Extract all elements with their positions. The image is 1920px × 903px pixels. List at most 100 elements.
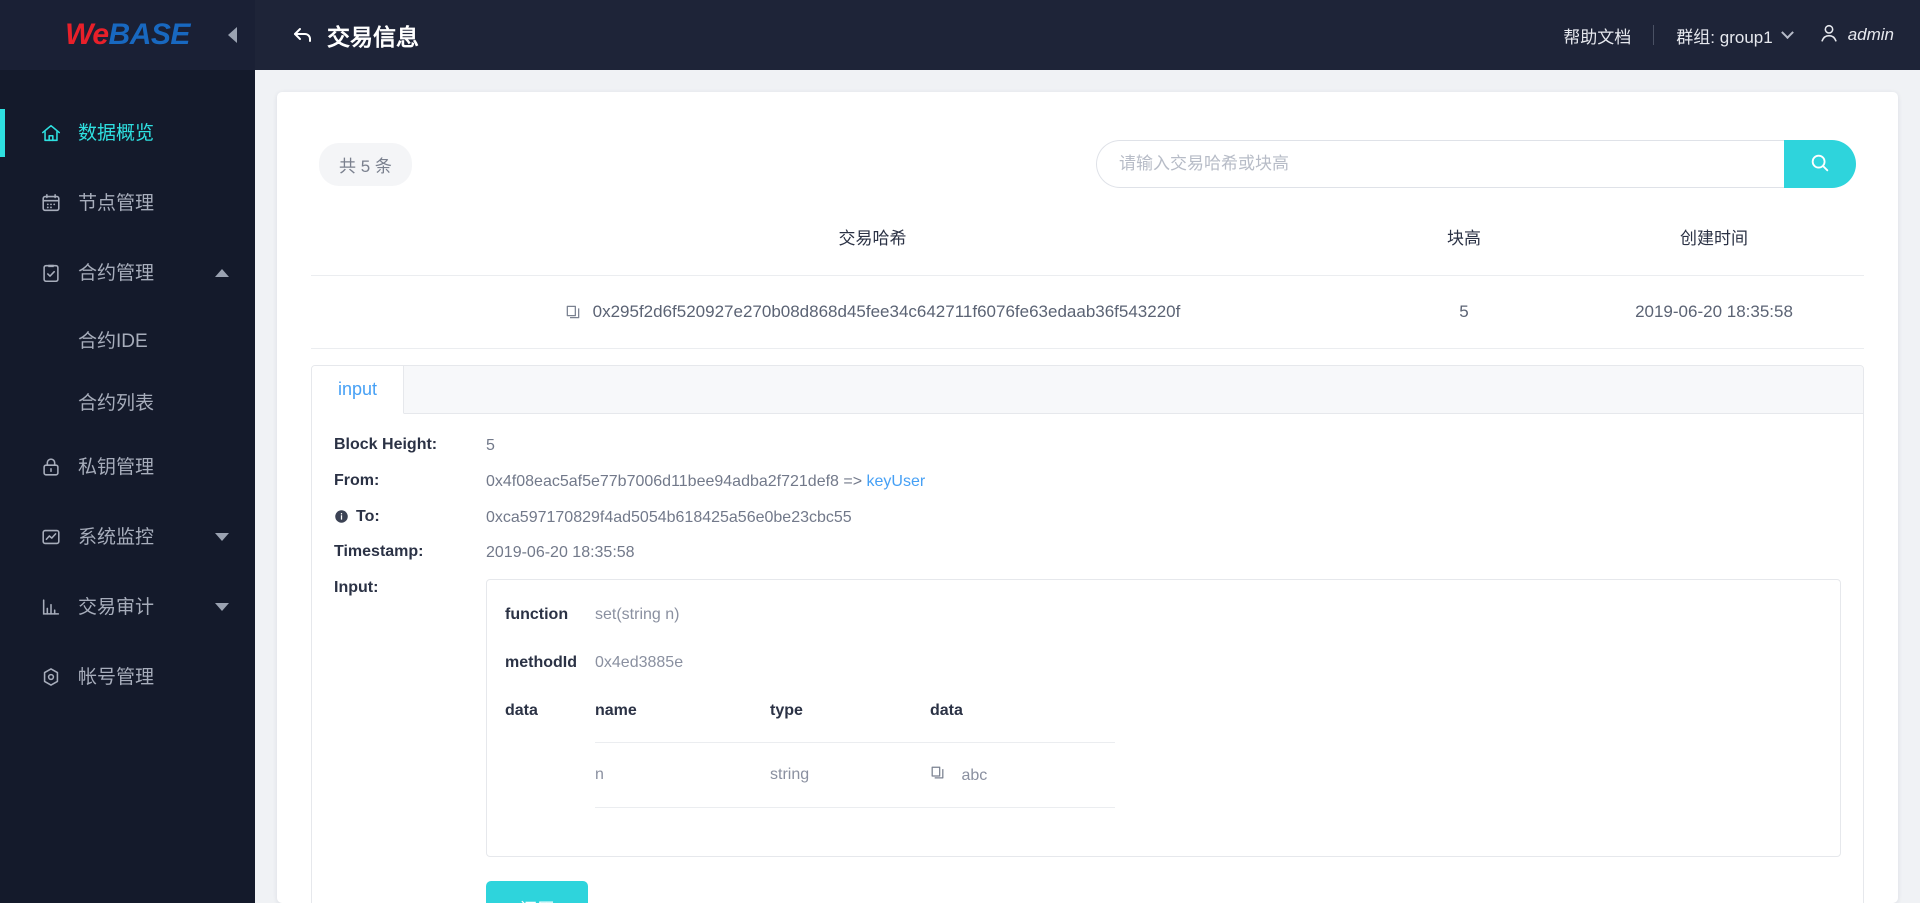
topbar: 交易信息 帮助文档 群组: group1 admin xyxy=(255,0,1920,70)
input-function-value: set(string n) xyxy=(595,606,680,624)
table-row[interactable]: 0x295f2d6f520927e270b08d868d45fee34c6427… xyxy=(311,275,1864,349)
input-data-row: data name type data n string abc xyxy=(497,694,1830,830)
col-time-header: 创建时间 xyxy=(1680,229,1748,248)
sidebar-item-account-management[interactable]: 帐号管理 xyxy=(0,642,255,712)
sidebar-item-label: 交易审计 xyxy=(78,596,155,618)
clipboard-check-icon xyxy=(38,260,64,286)
row-created-at-cell: 2019-06-20 18:35:58 xyxy=(1564,275,1864,349)
sidebar-item-system-monitor[interactable]: 系统监控 xyxy=(0,502,255,572)
field-to: To: 0xca597170829f4ad5054b618425a56e0be2… xyxy=(334,508,1841,529)
transaction-hash: 0x295f2d6f520927e270b08d868d45fee34c6427… xyxy=(592,302,1181,321)
col-blockheight-header: 块高 xyxy=(1447,229,1481,248)
input-data-table: name type data n string abc xyxy=(595,702,1115,809)
param-data-cell: abc xyxy=(930,742,1115,809)
input-methodid-row: methodId 0x4ed3885e xyxy=(497,646,1830,694)
param-data: abc xyxy=(961,767,988,785)
search-button[interactable] xyxy=(1784,140,1856,188)
field-label: From: xyxy=(334,471,380,489)
chevron-up-icon[interactable] xyxy=(215,269,229,277)
sidebar-item-label: 帐号管理 xyxy=(78,666,155,688)
input-function-row: function set(string n) xyxy=(497,598,1830,646)
sidebar-item-label: 系统监控 xyxy=(78,526,155,548)
transaction-detail-panel: input Block Height: 5 From: 0x4f08eac5af… xyxy=(311,365,1864,903)
app-logo: WeBASE xyxy=(65,18,190,52)
sidebar-item-contract-ide[interactable]: 合约IDE xyxy=(0,308,255,370)
search-area xyxy=(1096,140,1856,188)
page-title-text: 交易信息 xyxy=(327,24,419,50)
sidebar-item-private-key-management[interactable]: 私钥管理 xyxy=(0,432,255,502)
topbar-right: 帮助文档 群组: group1 admin xyxy=(1563,22,1894,49)
field-timestamp: Timestamp: 2019-06-20 18:35:58 xyxy=(334,543,1841,564)
field-label: Input: xyxy=(334,579,379,597)
row-blockheight-cell: 5 xyxy=(1364,275,1564,349)
gear-hex-icon xyxy=(38,664,64,690)
field-block-height: Block Height: 5 xyxy=(334,436,1841,457)
app-root: WeBASE 数据概览 节点管理 合约管理 合约IDE 合约列表 私钥管理 系统… xyxy=(0,0,1920,903)
card-toolbar: 共 5 条 xyxy=(311,126,1864,212)
chevron-down-icon[interactable] xyxy=(215,533,229,541)
input-methodid-label: methodId xyxy=(505,654,577,672)
input-methodid-value: 0x4ed3885e xyxy=(595,654,684,672)
sidebar-item-contract-management[interactable]: 合约管理 xyxy=(0,238,255,308)
table-header: 交易哈希 块高 创建时间 xyxy=(311,212,1864,276)
collapse-sidebar-button[interactable] xyxy=(228,27,237,43)
col-hash-header: 交易哈希 xyxy=(838,229,907,248)
field-from: From: 0x4f08eac5af5e77b7006d11bee94adba2… xyxy=(334,472,1841,493)
table-row: n string abc xyxy=(595,742,1115,809)
chevron-down-icon xyxy=(1780,25,1794,39)
user-menu[interactable]: admin xyxy=(1818,22,1894,49)
sidebar-item-data-overview[interactable]: 数据概览 xyxy=(0,98,255,168)
copy-icon[interactable] xyxy=(930,765,945,780)
from-user-link[interactable]: keyUser xyxy=(867,473,926,490)
help-doc-link[interactable]: 帮助文档 xyxy=(1563,23,1631,48)
row-hash-cell: 0x295f2d6f520927e270b08d868d45fee34c6427… xyxy=(381,275,1364,349)
sidebar-item-node-management[interactable]: 节点管理 xyxy=(0,168,255,238)
avatar xyxy=(1818,22,1840,49)
record-count-badge: 共 5 条 xyxy=(319,142,412,186)
field-label: To: xyxy=(334,508,486,526)
transactions-table: 交易哈希 块高 创建时间 0x295f2d6f520927e270b08d868… xyxy=(311,212,1864,349)
back-arrow-icon[interactable] xyxy=(291,23,315,47)
page-title[interactable]: 交易信息 xyxy=(291,18,419,52)
sidebar-subitem-label: 合约列表 xyxy=(78,392,155,414)
group-selector[interactable]: 群组: group1 xyxy=(1676,23,1794,48)
field-input: Input: function set(string n) methodId 0… xyxy=(334,579,1841,903)
main-area: 交易信息 帮助文档 群组: group1 admin 共 5 条 请输入交易哈希… xyxy=(255,0,1920,903)
field-value: 2019-06-20 18:35:58 xyxy=(486,544,635,562)
home-icon xyxy=(38,120,64,146)
field-label: Block Height: xyxy=(334,436,438,453)
logo-text-we: We xyxy=(65,18,109,51)
content-area: 共 5 条 请输入交易哈希或块高 交易哈希 块高 创建时间 0x295f2d6f… xyxy=(255,70,1920,903)
bar-chart-icon xyxy=(38,594,64,620)
input-data-label: data xyxy=(505,702,538,720)
divider xyxy=(1653,25,1655,45)
field-value: 0x4f08eac5af5e77b7006d11bee94adba2f721de… xyxy=(486,472,925,493)
field-label: Timestamp: xyxy=(334,543,424,561)
sidebar-item-contract-list[interactable]: 合约列表 xyxy=(0,370,255,432)
info-icon[interactable] xyxy=(334,509,349,524)
chevron-down-icon[interactable] xyxy=(215,603,229,611)
copy-icon[interactable] xyxy=(565,304,581,320)
sidebar-item-label: 私钥管理 xyxy=(78,456,155,478)
input-detail-box: function set(string n) methodId 0x4ed388… xyxy=(486,579,1841,858)
sidebar-item-transaction-audit[interactable]: 交易审计 xyxy=(0,572,255,642)
table-body: 0x295f2d6f520927e270b08d868d45fee34c6427… xyxy=(311,275,1864,349)
search-input[interactable] xyxy=(1096,140,1784,188)
field-value: 0xca597170829f4ad5054b618425a56e0be23cbc… xyxy=(486,508,852,526)
field-value: 5 xyxy=(486,437,495,454)
tab-input[interactable]: input xyxy=(312,366,404,414)
monitor-chart-icon xyxy=(38,524,64,550)
restore-button[interactable]: 还原 xyxy=(486,881,588,903)
search-icon xyxy=(1809,152,1831,177)
field-label-text: To: xyxy=(356,507,380,525)
detail-tabs: input xyxy=(312,366,1863,414)
input-data-table-header: name type data xyxy=(595,702,1115,743)
row-expand-cell[interactable] xyxy=(311,275,381,349)
sidebar-subitem-label: 合约IDE xyxy=(78,330,148,352)
from-address: 0x4f08eac5af5e77b7006d11bee94adba2f721de… xyxy=(486,472,867,490)
param-name: n xyxy=(595,742,770,809)
sidebar-item-label: 节点管理 xyxy=(78,192,155,214)
col-type-header: type xyxy=(770,702,803,720)
group-selector-label: 群组: group1 xyxy=(1676,27,1773,47)
col-data-header: data xyxy=(930,702,963,720)
